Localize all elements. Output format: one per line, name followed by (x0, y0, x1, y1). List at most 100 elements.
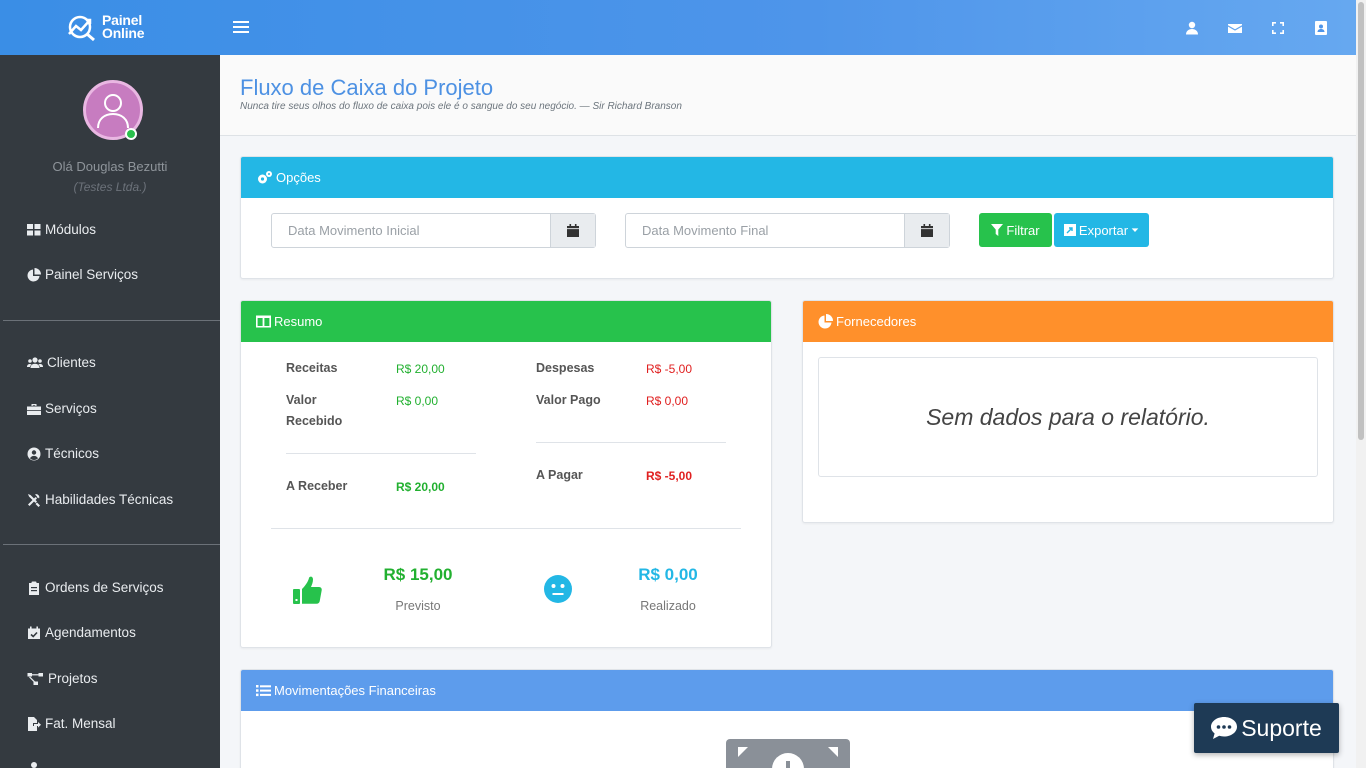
user-greeting: Olá Douglas Bezutti (52, 159, 168, 174)
sidebar-item-partial[interactable] (27, 761, 45, 768)
sidebar-item-label: Técnicos (45, 446, 100, 461)
summary-card-header: Resumo (241, 301, 771, 342)
previsto-label: Previsto (395, 599, 441, 613)
sidebar: Olá Douglas Bezutti (Testes Ltda.) Módul… (0, 55, 220, 768)
date-start-input[interactable]: Data Movimento Inicial (272, 214, 550, 247)
sidebar-item-habilidades-tecnicas[interactable]: Habilidades Técnicas (27, 492, 173, 507)
despesas-value: R$ -5,00 (646, 362, 693, 376)
valor-recebido-label-line2: Recebido (286, 414, 343, 428)
address-book-icon[interactable] (1299, 17, 1342, 39)
sidebar-item-clientes[interactable]: Clientes (27, 355, 96, 370)
user-icon[interactable] (1170, 17, 1213, 39)
divider (536, 442, 726, 443)
page-quote: Nunca tire seus olhos do fluxo de caixa … (240, 101, 682, 112)
pie-chart-icon (27, 267, 41, 281)
a-receber-value: R$ 20,00 (396, 480, 445, 494)
columns-icon (256, 315, 271, 328)
user-outline-icon (97, 94, 129, 129)
date-start-calendar-button[interactable] (550, 214, 595, 247)
clipboard-icon (29, 581, 39, 595)
summary-card-title: Resumo (274, 314, 323, 329)
filter-button[interactable]: Filtrar (979, 213, 1052, 247)
project-diagram-icon (27, 672, 43, 685)
sidebar-item-label: Habilidades Técnicas (45, 492, 174, 507)
suppliers-empty-message: Sem dados para o relatório. (818, 357, 1318, 477)
valor-pago-value: R$ 0,00 (646, 394, 689, 408)
export-button[interactable]: Exportar (1054, 213, 1149, 247)
menu-toggle-icon[interactable] (233, 18, 249, 36)
a-pagar-value: R$ -5,00 (646, 469, 693, 483)
sidebar-item-label: Projetos (48, 671, 98, 686)
date-start-input-group: Data Movimento Inicial (271, 213, 596, 248)
sidebar-divider (3, 320, 220, 321)
sidebar-item-label: Fat. Mensal (45, 716, 116, 731)
sidebar-item-label: Módulos (45, 222, 97, 237)
money-bill-icon (726, 739, 850, 768)
sidebar-item-label: Painel Serviços (45, 267, 139, 282)
top-navbar: Painel Online (0, 0, 1356, 55)
sidebar-item-label: Ordens de Serviços (45, 580, 164, 595)
file-export-icon (28, 716, 41, 731)
sidebar-divider (3, 544, 220, 545)
export-file-icon (1063, 224, 1076, 236)
receitas-value: R$ 20,00 (396, 362, 445, 376)
realizado-label: Realizado (640, 599, 696, 613)
sidebar-item-ordens-de-servicos[interactable]: Ordens de Serviços (27, 580, 164, 595)
sidebar-item-projetos[interactable]: Projetos (27, 671, 98, 686)
filter-icon (991, 224, 1004, 236)
sidebar-item-fat-mensal[interactable]: Fat. Mensal (27, 716, 116, 731)
logo-line-2: Online (102, 25, 145, 41)
realizado-value: R$ 0,00 (638, 565, 698, 584)
page-scrollbar[interactable] (1356, 0, 1366, 768)
options-card-header: Opções (241, 157, 1333, 198)
user-company: (Testes Ltda.) (73, 180, 147, 194)
sidebar-item-tecnicos[interactable]: Técnicos (27, 446, 99, 461)
expand-icon[interactable] (1256, 17, 1299, 39)
sidebar-item-label: Clientes (47, 355, 96, 370)
date-end-calendar-button[interactable] (904, 214, 949, 247)
filter-button-label: Filtrar (1006, 222, 1040, 238)
list-icon (256, 685, 271, 697)
despesas-label: Despesas (536, 361, 595, 375)
grid-icon (27, 223, 41, 235)
sidebar-item-modulos[interactable]: Módulos (27, 222, 96, 237)
sidebar-item-agendamentos[interactable]: Agendamentos (27, 625, 136, 640)
suppliers-card: Fornecedores Sem dados para o relatório. (802, 300, 1334, 523)
transactions-card-header: Movimentações Financeiras (241, 670, 1333, 711)
chat-bubble-icon (1211, 717, 1238, 739)
valor-recebido-value: R$ 0,00 (396, 394, 439, 408)
a-pagar-label: A Pagar (536, 468, 583, 482)
thumbs-up-icon (293, 576, 322, 604)
user-icon (31, 762, 37, 768)
neutral-face-icon (544, 575, 572, 603)
user-circle-icon (27, 447, 41, 460)
valor-pago-label: Valor Pago (536, 393, 601, 407)
transactions-card-title: Movimentações Financeiras (274, 683, 436, 698)
calendar-icon (921, 224, 933, 237)
calendar-icon (567, 224, 579, 237)
envelope-icon[interactable] (1213, 17, 1256, 39)
cogs-icon (258, 171, 272, 184)
summary-card: Resumo Receitas R$ 20,00 Despesas R$ -5,… (240, 300, 772, 648)
sidebar-item-label: Agendamentos (45, 625, 136, 640)
calendar-check-icon (28, 626, 40, 639)
previsto-value: R$ 15,00 (383, 565, 453, 584)
options-card-title: Opções (276, 170, 321, 185)
support-button-label: Suporte (1241, 714, 1322, 741)
sidebar-item-servicos[interactable]: Serviços (27, 401, 97, 416)
page-header: Fluxo de Caixa do Projeto Nunca tire seu… (220, 55, 1356, 136)
receitas-label: Receitas (286, 361, 338, 375)
pie-chart-icon (818, 314, 833, 329)
tools-icon (28, 493, 40, 507)
caret-down-icon (1131, 228, 1139, 232)
sidebar-item-painel-servicos[interactable]: Painel Serviços (27, 267, 138, 282)
page-title: Fluxo de Caixa do Projeto (240, 75, 494, 100)
suppliers-card-title: Fornecedores (836, 314, 917, 329)
app-logo[interactable]: Painel Online (66, 10, 166, 44)
briefcase-icon (27, 403, 41, 415)
support-chat-button[interactable]: Suporte (1194, 703, 1339, 753)
options-card: Opções Data Movimento Inicial Data Movim… (240, 156, 1334, 279)
sidebar-item-label: Serviços (45, 401, 97, 416)
date-end-input[interactable]: Data Movimento Final (626, 214, 904, 247)
export-button-label: Exportar (1078, 222, 1129, 238)
